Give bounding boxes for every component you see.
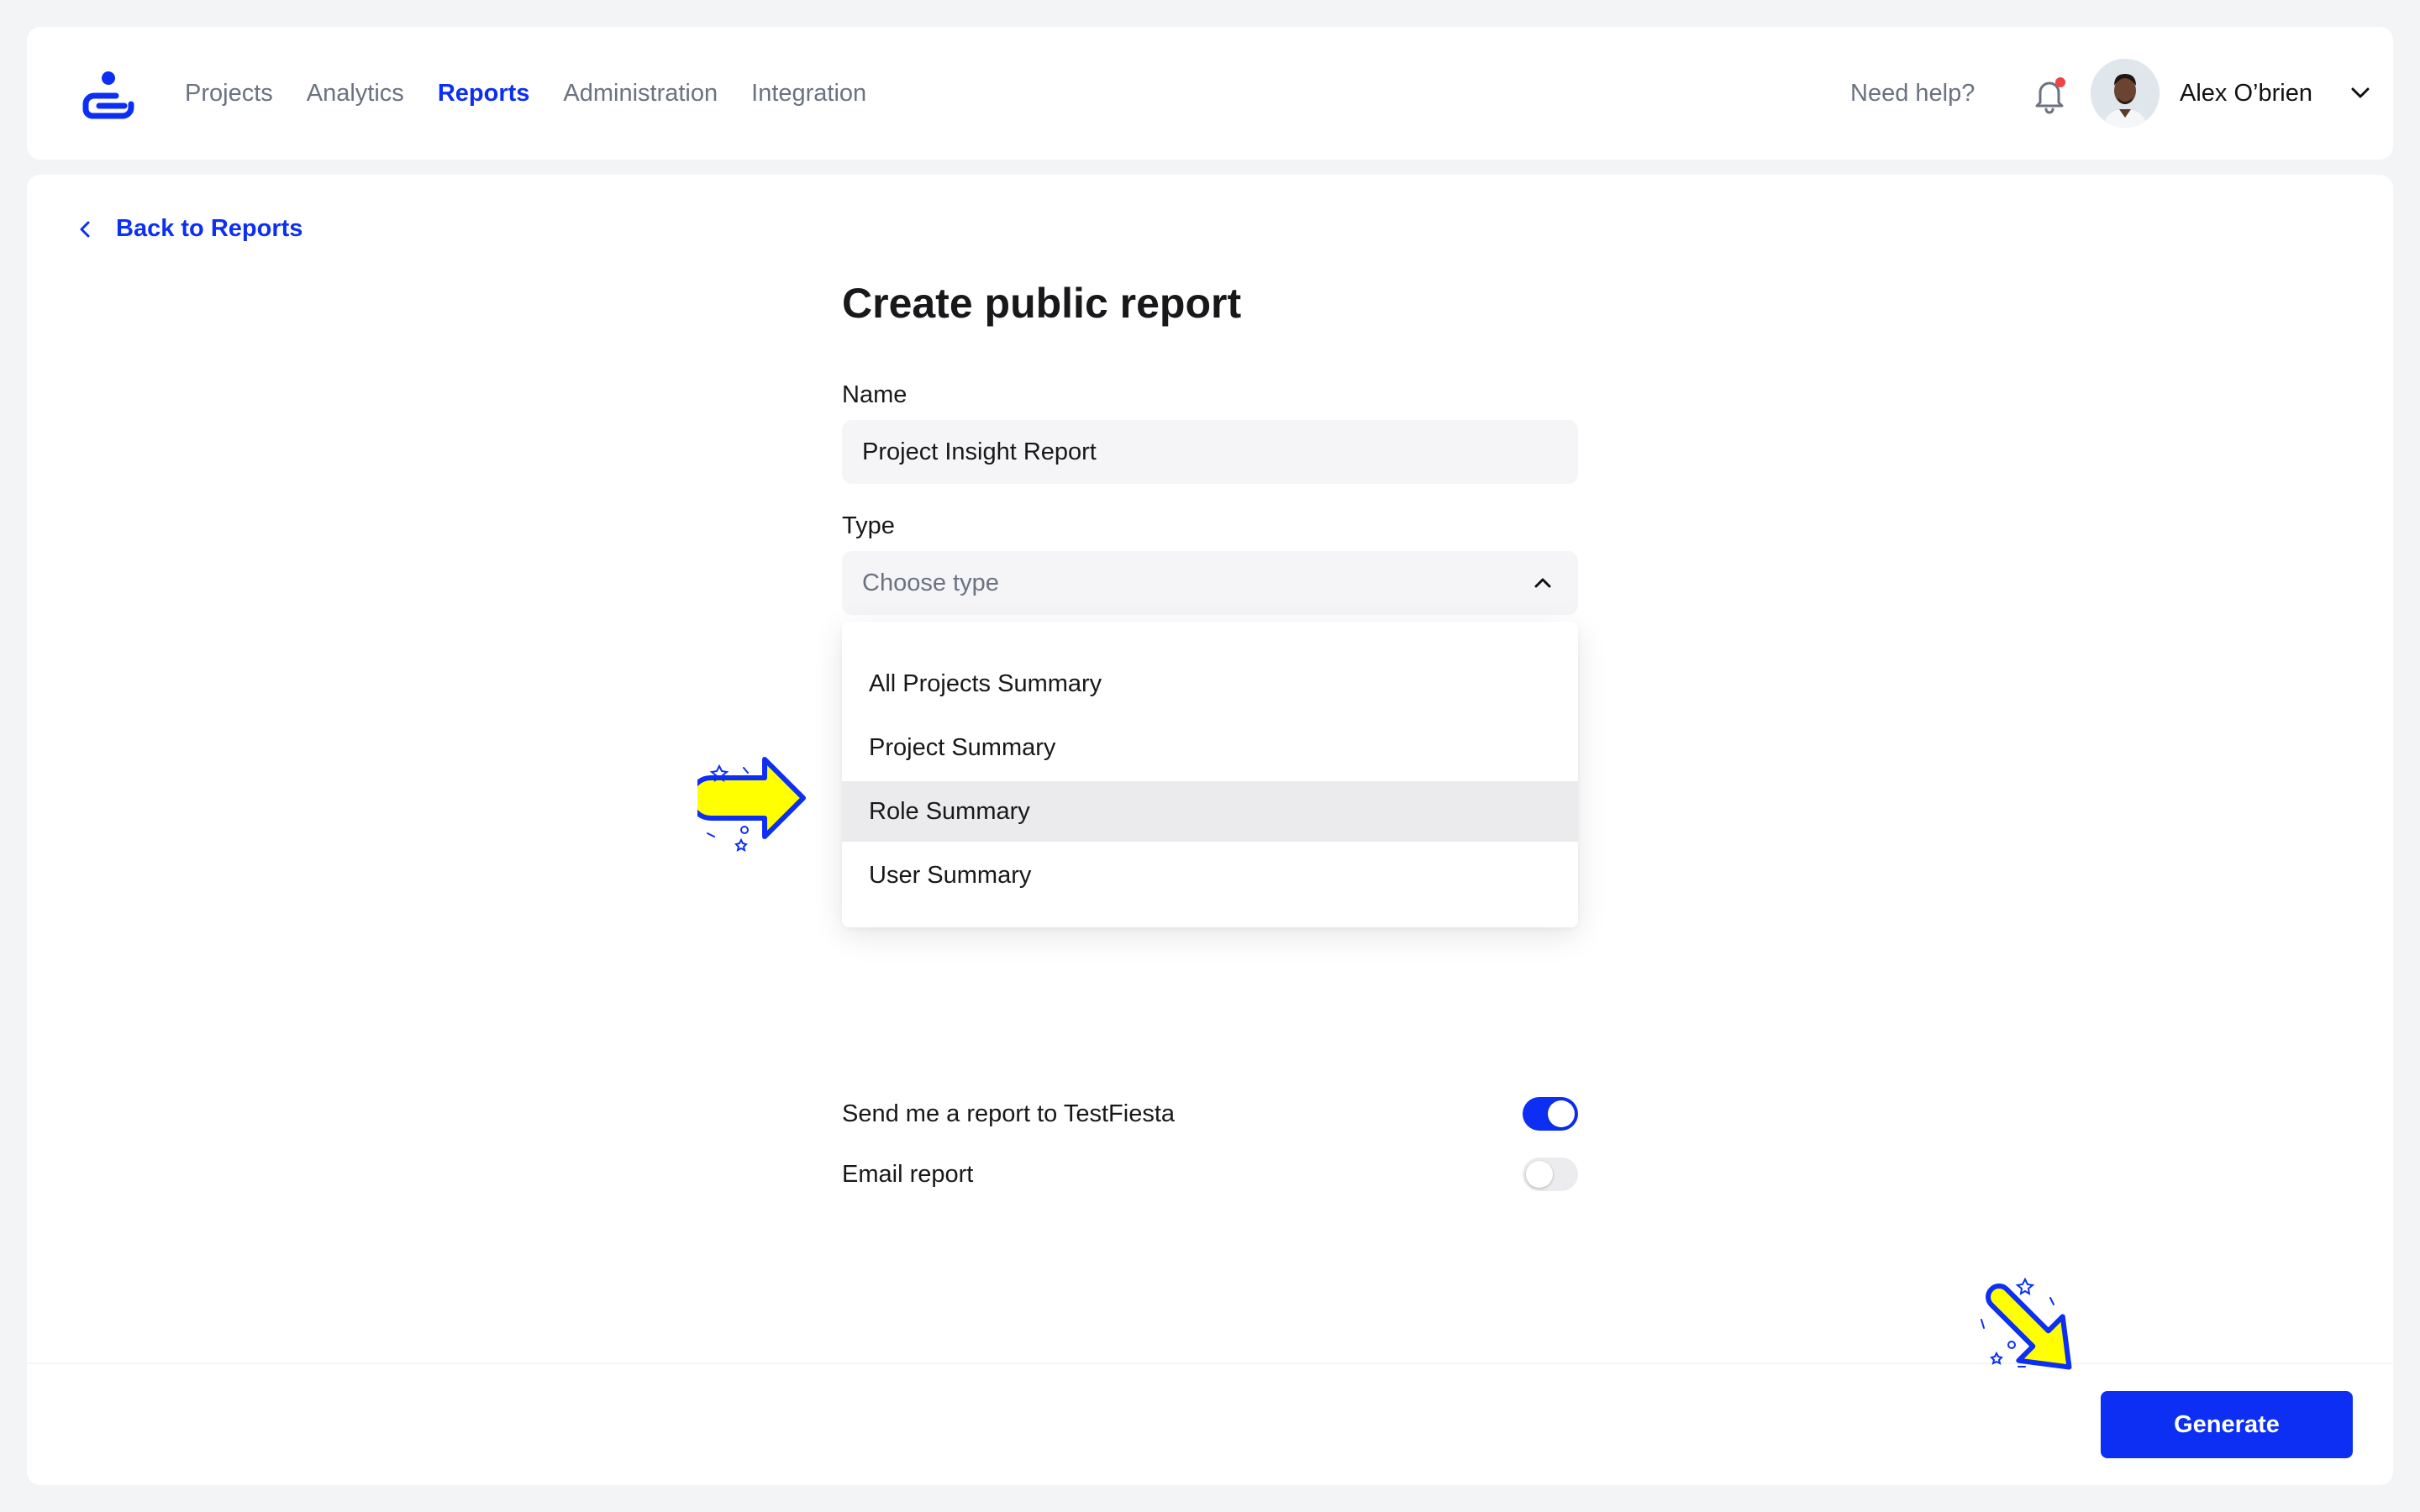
notification-bell-icon[interactable] (2030, 74, 2069, 116)
option-role-summary[interactable]: Role Summary (842, 781, 1578, 842)
option-project-summary[interactable]: Project Summary (842, 717, 1578, 778)
name-input[interactable]: Project Insight Report (842, 420, 1578, 484)
type-field-label: Type (842, 512, 895, 539)
type-select-placeholder: Choose type (862, 569, 999, 596)
type-select[interactable]: Choose type (842, 551, 1578, 615)
arrow-down-right-icon (1981, 1277, 2072, 1370)
send-report-label: Send me a report to TestFiesta (842, 1100, 1176, 1127)
email-report-toggle[interactable] (1523, 1158, 1578, 1191)
help-link[interactable]: Need help? (1850, 27, 1975, 160)
app-logo-icon[interactable] (81, 69, 136, 119)
toggle-knob (1548, 1100, 1575, 1127)
page-title: Create public report (842, 280, 1242, 327)
chevron-left-icon (80, 221, 90, 237)
send-report-toggle-row: Send me a report to TestFiesta (842, 1095, 1578, 1132)
arrow-right-icon (697, 757, 806, 852)
notification-dot-icon (2055, 77, 2065, 87)
option-user-summary[interactable]: User Summary (842, 845, 1578, 906)
user-name[interactable]: Alex O’brien (2180, 27, 2312, 160)
nav-administration[interactable]: Administration (563, 80, 718, 108)
main-nav: Projects Analytics Reports Administratio… (185, 27, 866, 160)
name-field-label: Name (842, 381, 908, 408)
chevron-down-icon[interactable] (2348, 81, 2373, 106)
nav-analytics[interactable]: Analytics (307, 80, 404, 108)
toggle-knob (1526, 1161, 1553, 1188)
nav-integration[interactable]: Integration (751, 80, 866, 108)
name-input-value: Project Insight Report (862, 438, 1097, 465)
option-all-projects-summary[interactable]: All Projects Summary (842, 654, 1578, 714)
nav-reports[interactable]: Reports (438, 80, 530, 108)
top-navigation-bar: Projects Analytics Reports Administratio… (27, 27, 2393, 160)
chevron-up-icon (1534, 578, 1551, 588)
email-report-toggle-row: Email report (842, 1156, 1578, 1193)
back-link-label: Back to Reports (116, 215, 303, 242)
generate-button[interactable]: Generate (2101, 1391, 2353, 1458)
user-avatar[interactable] (2091, 59, 2160, 128)
avatar-portrait-icon (2091, 59, 2160, 128)
back-to-reports-link[interactable]: Back to Reports (76, 215, 302, 243)
email-report-label: Email report (842, 1160, 974, 1188)
nav-projects[interactable]: Projects (185, 80, 273, 108)
send-report-toggle[interactable] (1523, 1097, 1578, 1131)
type-dropdown-menu: All Projects Summary Project Summary Rol… (842, 622, 1578, 927)
